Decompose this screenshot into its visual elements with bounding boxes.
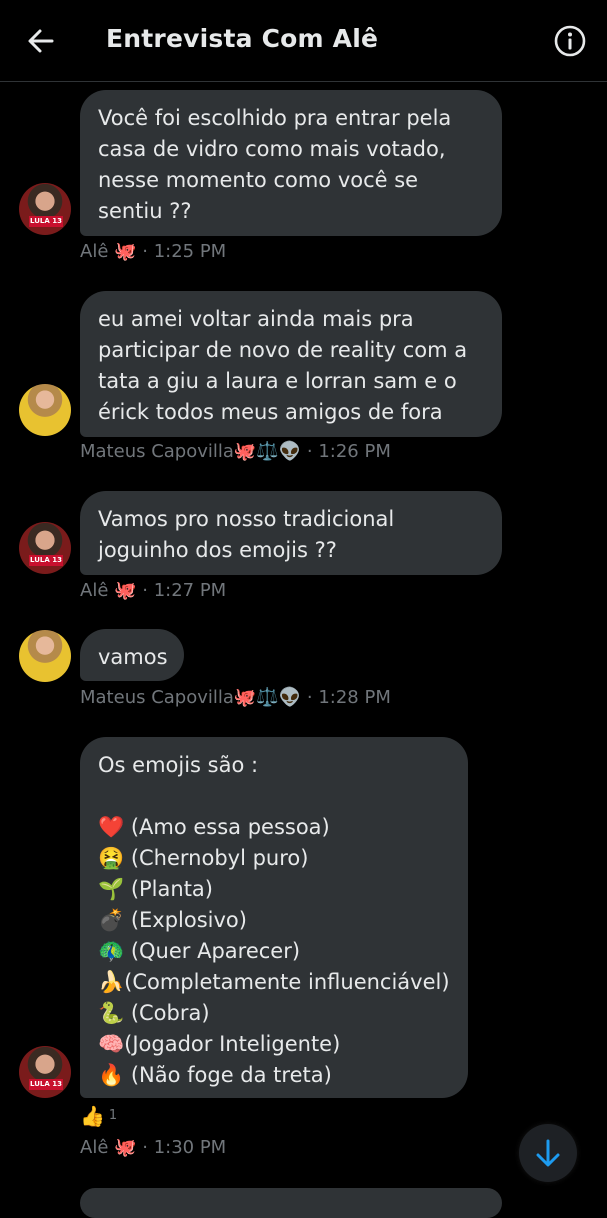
reaction-count: 1 [108, 1108, 118, 1123]
message-meta: Alê 🐙 · 1:30 PM [80, 1137, 227, 1158]
avatar-ale[interactable]: LULA 13 [19, 1046, 71, 1098]
avatar-mateus[interactable] [19, 384, 71, 436]
back-arrow-icon[interactable] [26, 26, 56, 56]
message-bubble[interactable]: vamos [80, 629, 184, 681]
info-icon[interactable] [553, 24, 587, 58]
message-bubble[interactable]: Os emojis são : ❤️ (Amo essa pessoa) 🤮 (… [80, 737, 468, 1098]
message-meta: Alê 🐙 · 1:27 PM [80, 580, 227, 601]
message-meta: Mateus Capovilla🐙⚖️👽 · 1:26 PM [80, 441, 391, 462]
message-reaction[interactable]: 👍 1 [80, 1104, 117, 1128]
thumbs-up-reaction: 👍 [80, 1104, 105, 1128]
message-bubble[interactable]: Vamos pro nosso tradicional joguinho dos… [80, 491, 502, 575]
avatar-badge: LULA 13 [29, 1079, 63, 1090]
message-bubble-partial[interactable] [80, 1188, 502, 1218]
arrow-down-icon [536, 1139, 560, 1167]
message-bubble[interactable]: Você foi escolhido pra entrar pela casa … [80, 90, 502, 236]
message-meta: Alê 🐙 · 1:25 PM [80, 241, 227, 262]
message-bubble[interactable]: eu amei voltar ainda mais pra participar… [80, 291, 502, 437]
avatar-mateus[interactable] [19, 630, 71, 682]
avatar-badge: LULA 13 [29, 555, 63, 566]
avatar-ale[interactable]: LULA 13 [19, 183, 71, 235]
conversation-header: Entrevista Com Alê [0, 0, 607, 82]
scroll-to-bottom-button[interactable] [519, 1124, 577, 1182]
conversation-title[interactable]: Entrevista Com Alê [106, 24, 378, 53]
avatar-badge: LULA 13 [29, 216, 63, 227]
avatar-ale[interactable]: LULA 13 [19, 522, 71, 574]
message-meta: Mateus Capovilla🐙⚖️👽 · 1:28 PM [80, 687, 391, 708]
